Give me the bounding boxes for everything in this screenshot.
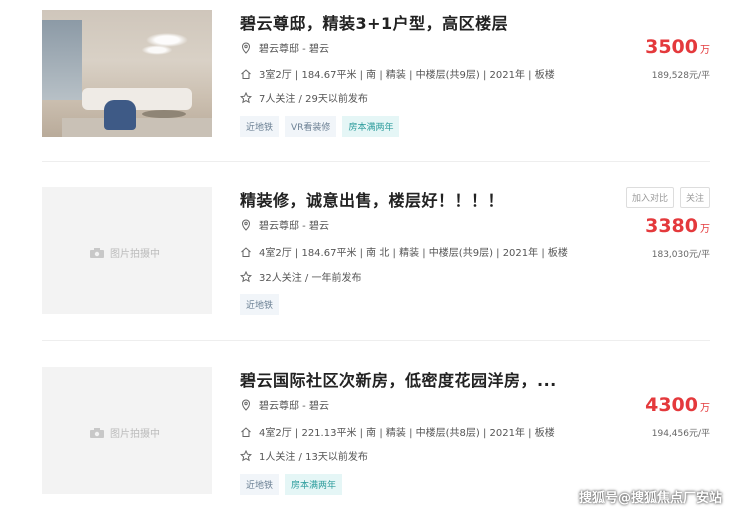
follow-button[interactable]: 关注 (679, 187, 710, 208)
placeholder-text: 图片拍摄中 (110, 249, 160, 260)
unit-price: 194,456元/平 (651, 429, 710, 439)
details-text: 4室2厅 | 184.67平米 | 南 北 | 精装 | 中楼层(共9层) | … (259, 248, 568, 259)
listing-title[interactable]: 碧云国际社区次新房，低密度花园洋房，... (240, 367, 557, 391)
star-icon (240, 449, 252, 461)
location-pin-icon (241, 398, 251, 411)
total-price: 4300 万 (645, 394, 710, 416)
listing-card[interactable]: 图片拍摄中 精装修，诚意出售，楼层好！！！！ 碧云尊邸 - 碧云 4室2厅 | … (42, 187, 710, 315)
watermark: 搜狐号@搜狐焦点厂安站 (578, 491, 722, 506)
followers-row: 7人关注 / 29天以前发布 (240, 90, 368, 105)
location-pin-icon (241, 218, 251, 231)
price-unit: 万 (700, 224, 710, 235)
tag: 房本满两年 (342, 116, 400, 137)
house-icon (241, 426, 251, 437)
followers-text: 32人关注 / 一年前发布 (259, 273, 362, 284)
listing-title[interactable]: 碧云尊邸，精装3+1户型，高区楼层 (240, 10, 508, 34)
details-row: 4室2厅 | 184.67平米 | 南 北 | 精装 | 中楼层(共9层) | … (240, 244, 568, 259)
followers-row: 1人关注 / 13天以前发布 (240, 448, 368, 463)
listing-photo-placeholder[interactable]: 图片拍摄中 (42, 367, 212, 494)
placeholder-text: 图片拍摄中 (110, 429, 160, 440)
tag-list: 近地铁 (240, 294, 280, 315)
listing-title[interactable]: 精装修，诚意出售，楼层好！！！！ (240, 187, 504, 211)
price-unit: 万 (700, 45, 710, 56)
listing-photo-placeholder[interactable]: 图片拍摄中 (42, 187, 212, 314)
tag-list: 近地铁 房本满两年 (240, 474, 343, 495)
price-value: 4300 (645, 394, 698, 416)
listing-card[interactable]: 图片拍摄中 碧云国际社区次新房，低密度花园洋房，... 碧云尊邸 - 碧云 4室… (42, 367, 710, 495)
star-icon (240, 270, 252, 282)
tag-list: 近地铁 VR看装修 房本满两年 (240, 116, 400, 137)
details-text: 4室2厅 | 221.13平米 | 南 | 精装 | 中楼层(共8层) | 20… (259, 428, 555, 439)
listing-photo[interactable] (42, 10, 212, 137)
tag: 近地铁 (240, 116, 280, 137)
unit-price: 183,030元/平 (651, 250, 710, 260)
star-icon (240, 91, 252, 103)
price-value: 3500 (645, 36, 698, 58)
divider (42, 340, 710, 341)
add-compare-button[interactable]: 加入对比 (625, 187, 674, 208)
location-link[interactable]: 碧云尊邸 - 碧云 (259, 40, 329, 55)
details-text: 3室2厅 | 184.67平米 | 南 | 精装 | 中楼层(共9层) | 20… (259, 70, 555, 81)
followers-text: 7人关注 / 29天以前发布 (259, 94, 368, 105)
camera-icon (90, 427, 104, 438)
location-link[interactable]: 碧云尊邸 - 碧云 (259, 397, 329, 412)
house-icon (241, 68, 251, 79)
total-price: 3380 万 (645, 215, 710, 237)
price-unit: 万 (700, 403, 710, 414)
details-row: 4室2厅 | 221.13平米 | 南 | 精装 | 中楼层(共8层) | 20… (240, 424, 555, 439)
divider (42, 161, 710, 162)
unit-price: 189,528元/平 (651, 71, 710, 81)
details-row: 3室2厅 | 184.67平米 | 南 | 精装 | 中楼层(共9层) | 20… (240, 66, 555, 81)
location-row: 碧云尊邸 - 碧云 (240, 397, 329, 412)
total-price: 3500 万 (645, 36, 710, 58)
tag: 房本满两年 (285, 474, 343, 495)
tag: 近地铁 (240, 474, 280, 495)
listing-actions: 加入对比 关注 (625, 187, 710, 208)
location-pin-icon (241, 41, 251, 54)
price-value: 3380 (645, 215, 698, 237)
location-row: 碧云尊邸 - 碧云 (240, 217, 329, 232)
followers-text: 1人关注 / 13天以前发布 (259, 452, 368, 463)
house-icon (241, 246, 251, 257)
listing-card[interactable]: 碧云尊邸，精装3+1户型，高区楼层 碧云尊邸 - 碧云 3室2厅 | 184.6… (42, 10, 710, 138)
location-link[interactable]: 碧云尊邸 - 碧云 (259, 217, 329, 232)
camera-icon (90, 247, 104, 258)
tag: VR看装修 (285, 116, 337, 137)
location-row: 碧云尊邸 - 碧云 (240, 40, 329, 55)
followers-row: 32人关注 / 一年前发布 (240, 269, 361, 284)
tag: 近地铁 (240, 294, 280, 315)
